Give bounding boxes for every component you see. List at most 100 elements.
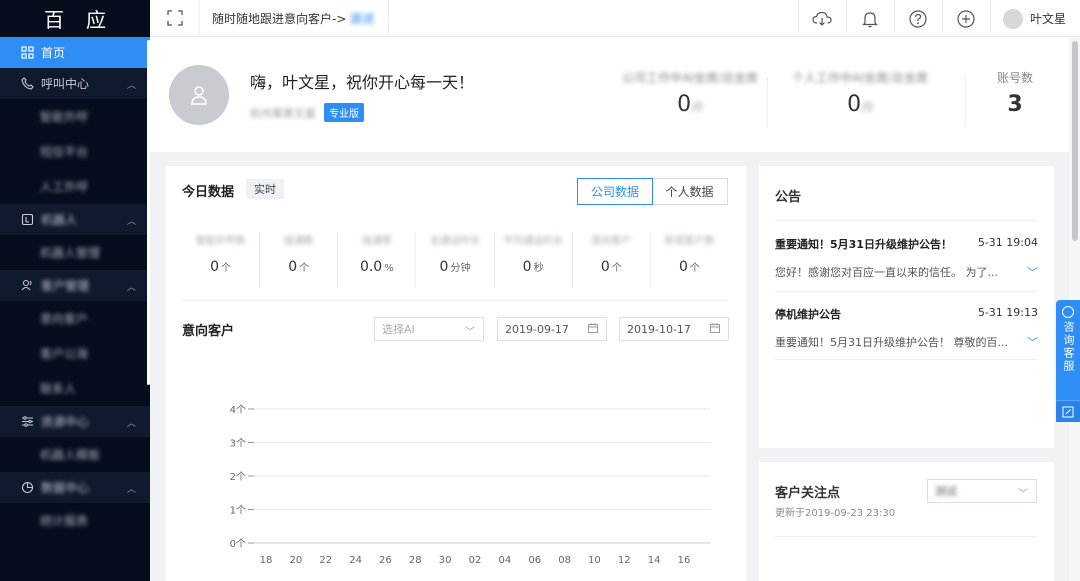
user-name: 叶文星 (1029, 12, 1066, 26)
avatar (1002, 8, 1023, 29)
chart-x-tick-label: 30 (439, 555, 452, 566)
sidebar-item-home[interactable]: 首页 (0, 37, 150, 68)
chart-x-tick-label: 26 (379, 555, 392, 566)
tab-personal-data[interactable]: 个人数据 (652, 179, 727, 204)
notice-card: 公告 重要通知！5月31日升级维护公告！ 5-31 19:04 您好！感谢您对百应… (759, 166, 1054, 448)
sidebar-item-robot[interactable]: 机器人 ︿ (0, 204, 150, 235)
chart-x-tick-label: 18 (260, 555, 273, 566)
edit-icon[interactable] (1056, 400, 1080, 422)
notice-item[interactable]: 停机维护公告 5-31 19:13 重要通知！5月31日升级维护公告！ 尊敬的百.… (775, 306, 1038, 350)
breadcrumb-link[interactable]: 跟进 (350, 10, 374, 27)
ai-select[interactable]: 选择AI ﹀ (374, 317, 484, 341)
chevron-down-icon[interactable]: ﹀ (1027, 334, 1038, 350)
chart-y-tick-label: 3个 (230, 438, 246, 450)
breadcrumb: 随时随地跟进意向客户-> 跟进 (200, 0, 390, 37)
topbar: 随时随地跟进意向客户-> 跟进 叶文星 (150, 0, 1080, 37)
company-seat-stat: 公司工作中AI坐席/总坐席 0/0 (622, 71, 758, 117)
metric-item: 总通话时长 0 分钟 (416, 232, 495, 288)
chart-x-tick-label: 12 (618, 555, 631, 566)
today-data-card: 今日数据 实时 公司数据 个人数据 智能外呼数 0 个 接通数 0 个 接通率 0.0% … (166, 166, 746, 581)
sidebar-subitem[interactable]: 人工外呼 (0, 169, 150, 204)
chevron-up-icon: ︿ (126, 217, 136, 227)
sidebar-subitem[interactable]: 机器人模板 (0, 437, 150, 472)
grid-icon (20, 46, 34, 60)
start-date-picker[interactable]: 2019-09-17 (497, 317, 607, 341)
end-date-picker[interactable]: 2019-10-17 (619, 317, 729, 341)
add-button[interactable] (941, 0, 990, 37)
sidebar-item-resources[interactable]: 资源中心 ︿ (0, 406, 150, 437)
user-menu[interactable]: 叶文星 (989, 0, 1080, 37)
sidebar-subitem[interactable]: 统计报表 (0, 503, 150, 538)
chevron-down-icon[interactable]: ﹀ (1027, 264, 1038, 280)
sidebar-subitem[interactable]: 客户公海 (0, 336, 150, 371)
sidebar-item-label: 呼叫中心 (41, 77, 90, 91)
chevron-up-icon: ︿ (126, 81, 136, 91)
calendar-icon (588, 323, 598, 336)
app-logo[interactable]: 百应 (0, 0, 150, 37)
cloud-download-icon (812, 11, 833, 26)
account-count-stat: 账号数 3 (996, 71, 1033, 117)
chart-y-tick-label: 0个 (230, 538, 246, 550)
sidebar-item-label: 客户管理 (41, 279, 90, 293)
metric-item: 新增客户数 0 个 (664, 236, 715, 275)
robot-icon (20, 213, 34, 227)
chevron-up-icon: ︿ (126, 485, 136, 495)
sidebar-item-label: 数据中心 (41, 481, 90, 495)
chart-x-tick-label: 24 (349, 555, 362, 566)
chart-x-tick-label: 14 (648, 555, 661, 566)
customer-service-float[interactable]: 咨询客服 (1056, 300, 1080, 422)
chart-x-tick-label: 20 (289, 555, 302, 566)
phone-icon (20, 77, 34, 91)
help-button[interactable] (893, 0, 942, 37)
realtime-tag: 实时 (246, 179, 284, 199)
cloud-download-button[interactable] (797, 0, 846, 37)
sidebar-item-label: 机器人 (41, 213, 78, 227)
sidebar-item-customer[interactable]: 客户管理 ︿ (0, 270, 150, 301)
metrics-row: 智能外呼数 0 个 接通数 0 个 接通率 0.0% 总通话时长 0 分钟 平均通话时长 0 秒 … (182, 232, 728, 288)
focus-updated-time: 更新于2019-09-23 23:30 (775, 508, 896, 519)
chart-x-tick-label: 06 (528, 555, 541, 566)
chart-x-tick-label: 10 (588, 555, 601, 566)
chart-x-tick-label: 22 (319, 555, 332, 566)
sidebar-subitem[interactable]: 短信平台 (0, 134, 150, 169)
sidebar-subitem[interactable]: 意向客户 (0, 301, 150, 336)
chart-y-tick-label: 4个 (230, 404, 246, 416)
chevron-down-icon: ﹀ (465, 327, 475, 338)
fullscreen-button[interactable] (150, 0, 200, 37)
focus-select[interactable]: 测试 ﹀ (927, 479, 1037, 503)
fullscreen-icon (166, 10, 183, 26)
sidebar-item-call-center[interactable]: 呼叫中心 ︿ (0, 68, 150, 99)
pie-chart-icon (20, 481, 34, 495)
sliders-icon (20, 415, 34, 429)
intent-chart: 0个 1个 2个 3个 4个 18 20 22 24 26 28 30 02 04 06 08 10 12 14 16 (230, 404, 711, 566)
breadcrumb-text: 随时随地跟进意向客户-> (212, 11, 347, 26)
sidebar-subitem[interactable]: 智能外呼 (0, 99, 150, 134)
sidebar-subitem[interactable]: 机器人管理 (0, 235, 150, 270)
metric-item: 接通率 0.0% (338, 232, 417, 288)
sidebar-item-data-center[interactable]: 数据中心 ︿ (0, 472, 150, 503)
notice-item[interactable]: 重要通知！5月31日升级维护公告！ 5-31 19:04 您好！感谢您对百应一直以… (775, 236, 1038, 280)
plus-circle-icon (957, 9, 976, 28)
question-icon (909, 9, 928, 28)
metric-item: 智能外呼数 0 个 (182, 232, 261, 288)
sidebar-subitem[interactable]: 联系人 (0, 371, 150, 406)
company-line: 杭州某某文星 专业版 (250, 103, 364, 122)
sidebar: 百应 首页 呼叫中心 ︿ 智能外呼 短信平台 人工外呼 机器人 ︿ 机器人管理 … (0, 0, 150, 581)
metric-item: 平均通话时长 0 秒 (495, 232, 573, 288)
users-icon (20, 279, 34, 293)
today-title: 今日数据 (182, 185, 235, 200)
metric-item: 意向客户 0 个 (573, 232, 651, 288)
scrollbar-thumb[interactable] (1072, 41, 1078, 241)
chart-y-tick-label: 2个 (230, 471, 246, 483)
user-icon (191, 86, 207, 105)
metric-item: 接通数 0 个 (260, 232, 339, 288)
bell-icon (862, 11, 879, 27)
chart-x-tick-label: 02 (469, 555, 482, 566)
chart-x-tick-label: 08 (558, 555, 571, 566)
notification-button[interactable] (845, 0, 894, 37)
chart-y-tick-label: 1个 (230, 505, 246, 517)
chart-x-tick-label: 04 (498, 555, 511, 566)
notice-title: 公告 (775, 190, 802, 205)
tab-company-data[interactable]: 公司数据 (577, 178, 653, 205)
chat-icon (1062, 306, 1074, 318)
